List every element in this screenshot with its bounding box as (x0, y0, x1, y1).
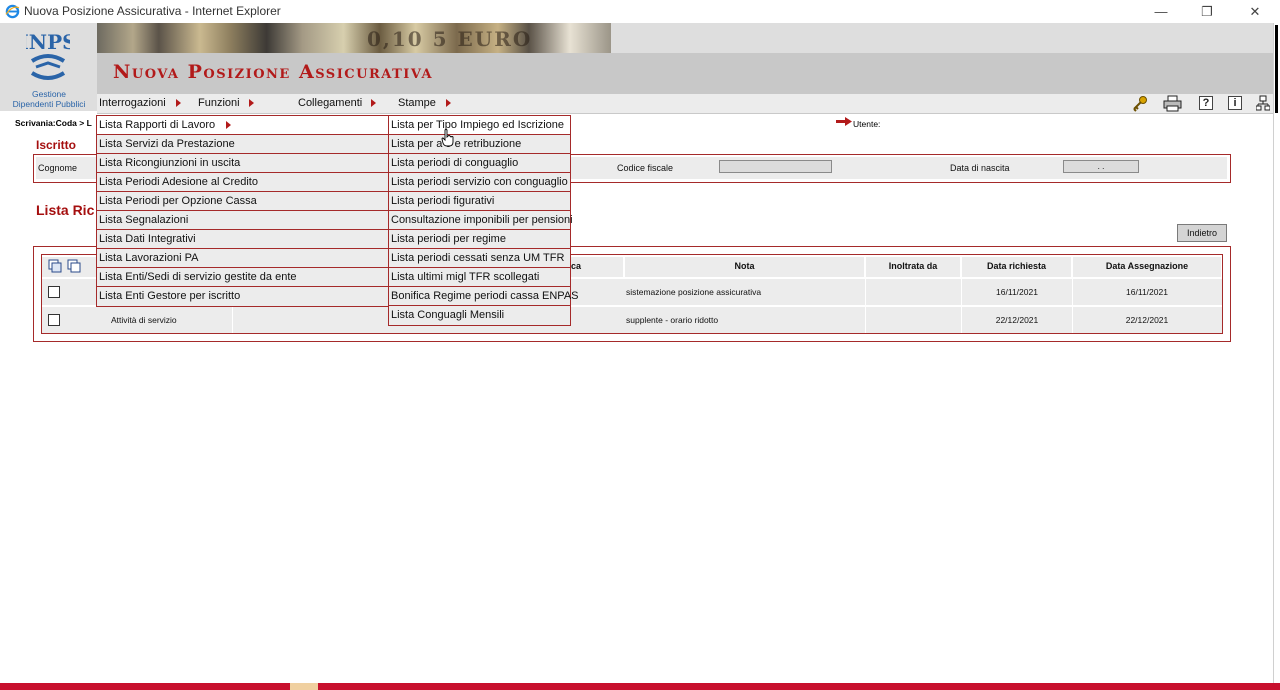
row-checkbox[interactable] (48, 314, 60, 326)
menu-item-lista-dati-integrativi[interactable]: Lista Dati Integrativi (97, 230, 388, 249)
submenu-item-tfr-scollegati[interactable]: Lista ultimi migl TFR scollegati (389, 268, 570, 287)
menu-item-lista-enti-sedi[interactable]: Lista Enti/Sedi di servizio gestite da e… (97, 268, 388, 287)
submenu-item-imponibili-pensioni[interactable]: Consultazione imponibili per pensioni (389, 211, 573, 230)
row-data-assegnazione: 22/12/2021 (1125, 315, 1169, 325)
bottom-bar (0, 683, 1280, 690)
column-header-nota: Nota (625, 257, 865, 277)
svg-text:INPS: INPS (26, 30, 70, 54)
chevron-right-icon (371, 99, 376, 107)
scrollbar[interactable] (1273, 23, 1280, 690)
menu-item-lista-periodi-opzione-cassa[interactable]: Lista Periodi per Opzione Cassa (97, 192, 388, 211)
menu-collegamenti[interactable]: Collegamenti (298, 97, 362, 109)
rapporti-submenu: Lista per Tipo Impiego ed Iscrizione Lis… (388, 115, 579, 326)
select-all-icon[interactable] (48, 259, 62, 273)
cell-divider (865, 307, 866, 333)
hand-cursor-icon (441, 129, 454, 147)
menu-item-lista-segnalazioni[interactable]: Lista Segnalazioni (97, 211, 388, 230)
restore-button[interactable]: ❐ (1184, 2, 1230, 22)
menu-stampe[interactable]: Stampe (398, 97, 436, 109)
submenu-item-periodi-conguaglio[interactable]: Lista periodi di conguaglio (389, 154, 570, 173)
interrogazioni-dropdown: Lista Rapporti di Lavoro Lista Servizi d… (96, 115, 389, 307)
submenu-item-anno-retribuzione[interactable]: Lista per a o e retribuzione (389, 135, 570, 154)
chevron-right-icon (249, 99, 254, 107)
menu-item-lista-ricongiunzioni[interactable]: Lista Ricongiunzioni in uscita (97, 154, 388, 173)
submenu-item-periodi-regime[interactable]: Lista periodi per regime (389, 230, 570, 249)
printer-icon[interactable] (1163, 95, 1182, 112)
submenu-item-cessati-senza-tfr[interactable]: Lista periodi cessati senza UM TFR (389, 249, 570, 268)
submenu-item-conguagli-mensili[interactable]: Lista Conguagli Mensili (389, 306, 570, 325)
menu-item-lista-enti-gestore[interactable]: Lista Enti Gestore per iscritto (97, 287, 388, 306)
arrow-right-icon (836, 117, 852, 126)
window-titlebar: Nuova Posizione Assicurativa - Internet … (0, 0, 1280, 23)
logo-caption: Gestione Dipendenti Pubblici (4, 89, 94, 109)
scrollbar-thumb[interactable] (1275, 25, 1278, 113)
menu-item-lista-lavorazioni-pa[interactable]: Lista Lavorazioni PA (97, 249, 388, 268)
iscritto-title: Iscritto (36, 138, 77, 152)
help-icon[interactable]: ? (1199, 96, 1213, 110)
column-header-inoltrata-da: Inoltrata da (866, 257, 961, 277)
codice-fiscale-label: Codice fiscale (617, 163, 674, 173)
menu-funzioni[interactable]: Funzioni (198, 97, 240, 109)
column-header-tipologica: ca (571, 257, 624, 277)
menu-item-lista-rapporti-di-lavoro[interactable]: Lista Rapporti di Lavoro (97, 116, 388, 135)
submenu-item-tipo-impiego[interactable]: Lista per Tipo Impiego ed Iscrizione (389, 116, 570, 135)
submenu-item-servizio-conguaglio[interactable]: Lista periodi servizio con conguaglio (389, 173, 570, 192)
header-banner-image: 0,10 5 EURO (97, 23, 611, 53)
column-header-data-richiesta: Data richiesta (962, 257, 1072, 277)
back-button[interactable]: Indietro (1177, 224, 1227, 242)
user-label: Utente: (853, 119, 881, 129)
codice-fiscale-field (719, 160, 832, 173)
menu-interrogazioni[interactable]: Interrogazioni (99, 97, 166, 109)
close-button[interactable]: ✕ (1232, 2, 1278, 22)
minimize-button[interactable]: — (1138, 2, 1184, 22)
info-icon[interactable]: i (1228, 96, 1242, 110)
logo-caption-line1: Gestione (31, 89, 67, 99)
row-data-assegnazione: 16/11/2021 (1126, 287, 1168, 297)
menu-item-label: Lista Rapporti di Lavoro (99, 119, 216, 131)
row-checkbox[interactable] (48, 286, 60, 298)
row-data-richiesta: 16/11/2021 (996, 287, 1038, 297)
header-banner-fill (611, 23, 1273, 53)
menu-item-lista-servizi-da-prestazione[interactable]: Lista Servizi da Prestazione (97, 135, 388, 154)
chevron-right-icon (446, 99, 451, 107)
logo-caption-line2: Dipendenti Pubblici (12, 99, 86, 109)
cognome-label: Cognome (38, 163, 78, 173)
submenu-item-bonifica-enpas[interactable]: Bonifica Regime periodi cassa ENPAS (389, 287, 579, 306)
row-tipo: Attività di servizio (111, 315, 177, 325)
internet-explorer-icon (5, 4, 20, 19)
app-title: Nuova Posizione Assicurativa (113, 61, 434, 83)
row-nota: supplente - orario ridotto (626, 315, 719, 325)
menubar (97, 94, 1273, 114)
inps-logo: INPS (26, 30, 70, 80)
key-icon[interactable] (1131, 95, 1149, 112)
network-icon[interactable] (1256, 95, 1270, 111)
column-header-data-assegnazione: Data Assegnazione (1073, 257, 1221, 277)
submenu-item-periodi-figurativi[interactable]: Lista periodi figurativi (389, 192, 570, 211)
cell-divider (865, 279, 866, 305)
cell-divider (232, 307, 233, 333)
deselect-all-icon[interactable] (67, 259, 81, 273)
row-nota: sistemazione posizione assicurativa (626, 287, 762, 297)
banner-text: 0,10 5 EURO (367, 27, 533, 51)
breadcrumb: Scrivania:Coda > L (15, 118, 92, 128)
menu-item-lista-periodi-adesione-credito[interactable]: Lista Periodi Adesione al Credito (97, 173, 388, 192)
lista-title: Lista Ric (36, 202, 95, 218)
bottom-bar-highlight (290, 683, 318, 690)
chevron-right-icon (176, 99, 181, 107)
row-data-richiesta: 22/12/2021 (995, 315, 1039, 325)
chevron-right-icon (226, 121, 232, 130)
window-title: Nuova Posizione Assicurativa - Internet … (24, 4, 281, 18)
data-nascita-field: . . (1063, 160, 1139, 173)
data-nascita-label: Data di nascita (950, 163, 1010, 173)
